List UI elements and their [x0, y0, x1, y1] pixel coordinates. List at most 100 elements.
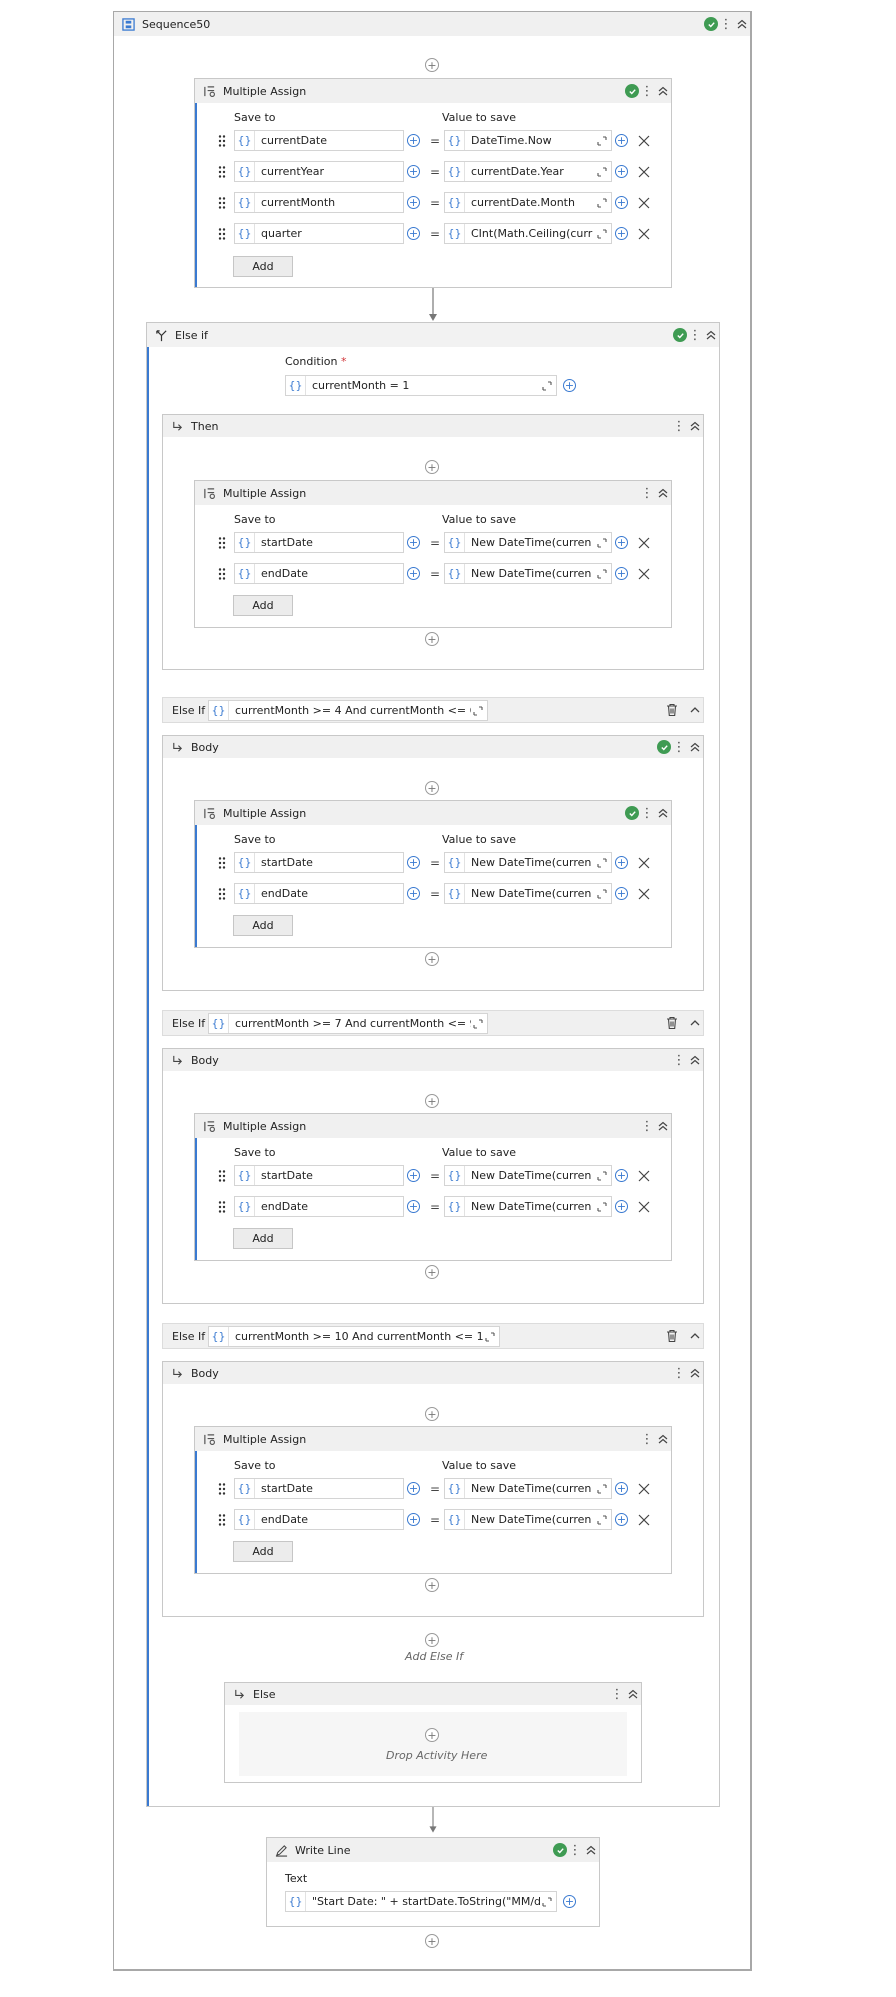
- multiple-assign-header[interactable]: Multiple Assign ⋮: [195, 79, 671, 103]
- save-to-field[interactable]: {} startDate: [234, 852, 404, 873]
- value-field[interactable]: {} New DateTime(curren: [444, 1196, 612, 1217]
- kebab-icon[interactable]: ⋮: [639, 487, 655, 500]
- kebab-icon[interactable]: ⋮: [671, 420, 687, 433]
- body-header[interactable]: Body ⋮: [163, 736, 703, 758]
- kebab-icon[interactable]: ⋮: [567, 1844, 583, 1857]
- plus-circle-icon[interactable]: +: [612, 884, 631, 903]
- plus-circle-icon[interactable]: +: [404, 884, 423, 903]
- kebab-icon[interactable]: ⋮: [639, 1120, 655, 1133]
- double-chevron-up-icon[interactable]: [583, 1842, 599, 1858]
- expand-icon[interactable]: [595, 165, 609, 179]
- condition-field[interactable]: {} currentMonth = 1: [285, 375, 557, 396]
- add-else-if-label[interactable]: Add Else If: [405, 1650, 463, 1663]
- drag-handle-icon[interactable]: [217, 134, 227, 148]
- expand-icon[interactable]: [595, 1169, 609, 1183]
- plus-circle-icon[interactable]: +: [404, 1197, 423, 1216]
- plus-circle-icon[interactable]: +: [404, 1479, 423, 1498]
- value-field[interactable]: {} currentDate.Month: [444, 192, 612, 213]
- double-chevron-up-icon[interactable]: [625, 1686, 641, 1702]
- value-field[interactable]: {} New DateTime(curren: [444, 883, 612, 904]
- multiple-assign-header[interactable]: Multiple Assign ⋮: [195, 1114, 671, 1138]
- save-to-field[interactable]: {} currentDate: [234, 130, 404, 151]
- drag-handle-icon[interactable]: [217, 567, 227, 581]
- kebab-icon[interactable]: ⋮: [639, 807, 655, 820]
- save-to-field[interactable]: {} endDate: [234, 883, 404, 904]
- save-to-field[interactable]: {} currentYear: [234, 161, 404, 182]
- trash-icon[interactable]: [665, 1329, 679, 1343]
- expand-icon[interactable]: [595, 856, 609, 870]
- chevron-up-icon[interactable]: [688, 703, 702, 717]
- drag-handle-icon[interactable]: [217, 856, 227, 870]
- drag-handle-icon[interactable]: [217, 536, 227, 550]
- expand-icon[interactable]: [595, 134, 609, 148]
- save-to-field[interactable]: {} currentMonth: [234, 192, 404, 213]
- expand-icon[interactable]: [595, 227, 609, 241]
- double-chevron-up-icon[interactable]: [734, 16, 750, 32]
- expand-icon[interactable]: [471, 704, 485, 718]
- save-to-field[interactable]: {} endDate: [234, 1509, 404, 1530]
- plus-circle-icon[interactable]: +: [612, 1166, 631, 1185]
- plus-circle-icon[interactable]: +: [612, 1479, 631, 1498]
- plus-circle-icon[interactable]: +: [612, 224, 631, 243]
- expand-icon[interactable]: [471, 1017, 485, 1031]
- add-activity-button[interactable]: +: [425, 1934, 439, 1948]
- multiple-assign-header[interactable]: Multiple Assign ⋮: [195, 801, 671, 825]
- double-chevron-up-icon[interactable]: [687, 739, 703, 755]
- add-activity-button[interactable]: +: [425, 1265, 439, 1279]
- expand-icon[interactable]: [595, 196, 609, 210]
- multiple-assign-header[interactable]: Multiple Assign ⋮: [195, 481, 671, 505]
- add-button[interactable]: Add: [233, 595, 293, 616]
- save-to-field[interactable]: {} startDate: [234, 1478, 404, 1499]
- chevron-up-icon[interactable]: [688, 1016, 702, 1030]
- value-field[interactable]: {} New DateTime(curren: [444, 1478, 612, 1499]
- drag-handle-icon[interactable]: [217, 196, 227, 210]
- else-if-header[interactable]: Else if ⋮: [147, 323, 719, 347]
- drag-handle-icon[interactable]: [217, 1513, 227, 1527]
- value-field[interactable]: {} New DateTime(curren: [444, 1509, 612, 1530]
- else-if-condition-field[interactable]: {} currentMonth >= 7 And currentMonth <= …: [208, 1013, 488, 1034]
- value-field[interactable]: {} New DateTime(curren: [444, 532, 612, 553]
- save-to-field[interactable]: {} quarter: [234, 223, 404, 244]
- save-to-field[interactable]: {} startDate: [234, 1165, 404, 1186]
- add-activity-button[interactable]: +: [425, 1578, 439, 1592]
- save-to-field[interactable]: {} endDate: [234, 1196, 404, 1217]
- plus-circle-icon[interactable]: +: [404, 564, 423, 583]
- add-button[interactable]: Add: [233, 1228, 293, 1249]
- plus-circle-icon[interactable]: +: [404, 224, 423, 243]
- multiple-assign-header[interactable]: Multiple Assign ⋮: [195, 1427, 671, 1451]
- drag-handle-icon[interactable]: [217, 1482, 227, 1496]
- add-activity-button[interactable]: +: [425, 1407, 439, 1421]
- plus-circle-icon[interactable]: +: [612, 853, 631, 872]
- kebab-icon[interactable]: ⋮: [718, 18, 734, 31]
- add-activity-button[interactable]: +: [425, 460, 439, 474]
- kebab-icon[interactable]: ⋮: [609, 1688, 625, 1701]
- save-to-field[interactable]: {} startDate: [234, 532, 404, 553]
- else-if-condition-field[interactable]: {} currentMonth >= 4 And currentMonth <= …: [208, 700, 488, 721]
- close-icon[interactable]: [637, 196, 651, 210]
- add-button[interactable]: Add: [233, 1541, 293, 1562]
- expand-icon[interactable]: [483, 1330, 497, 1344]
- plus-circle-icon[interactable]: +: [404, 533, 423, 552]
- drag-handle-icon[interactable]: [217, 1169, 227, 1183]
- expand-icon[interactable]: [595, 536, 609, 550]
- write-line-header[interactable]: Write Line ⋮: [267, 1838, 599, 1862]
- kebab-icon[interactable]: ⋮: [639, 1433, 655, 1446]
- add-button[interactable]: Add: [233, 915, 293, 936]
- drag-handle-icon[interactable]: [217, 1200, 227, 1214]
- double-chevron-up-icon[interactable]: [655, 1118, 671, 1134]
- chevron-up-icon[interactable]: [688, 1329, 702, 1343]
- close-icon[interactable]: [637, 536, 651, 550]
- close-icon[interactable]: [637, 1482, 651, 1496]
- value-field[interactable]: {} DateTime.Now: [444, 130, 612, 151]
- value-field[interactable]: {} CInt(Math.Ceiling(curr: [444, 223, 612, 244]
- value-field[interactable]: {} currentDate.Year: [444, 161, 612, 182]
- plus-circle-icon[interactable]: +: [612, 131, 631, 150]
- drag-handle-icon[interactable]: [217, 165, 227, 179]
- close-icon[interactable]: [637, 856, 651, 870]
- plus-circle-icon[interactable]: +: [404, 853, 423, 872]
- close-icon[interactable]: [637, 134, 651, 148]
- plus-circle-icon[interactable]: +: [404, 193, 423, 212]
- double-chevron-up-icon[interactable]: [655, 1431, 671, 1447]
- expand-icon[interactable]: [595, 1200, 609, 1214]
- else-if-condition-field[interactable]: {} currentMonth >= 10 And currentMonth <=…: [208, 1326, 500, 1347]
